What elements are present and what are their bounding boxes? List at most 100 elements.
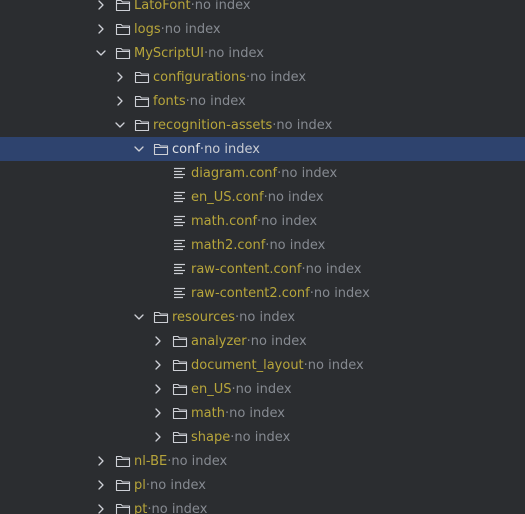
folder-icon: [115, 45, 131, 61]
folder-icon: [134, 117, 150, 133]
tree-item-status: no index: [235, 381, 292, 397]
tree-item-status: no index: [267, 189, 324, 205]
folder-icon: [115, 453, 131, 469]
chevron-down-icon[interactable]: [114, 119, 126, 131]
chevron-right-icon[interactable]: [152, 359, 164, 371]
tree-file-row[interactable]: math2.conf · no index: [0, 233, 525, 257]
tree-item-name: en_US.conf: [191, 189, 264, 205]
folder-icon: [172, 429, 188, 445]
tree-item-status: no index: [150, 477, 206, 493]
chevron-down-icon[interactable]: [133, 311, 145, 323]
tree-item-name: shape: [191, 429, 231, 445]
chevron-right-icon[interactable]: [95, 23, 107, 35]
chevron-right-icon[interactable]: [152, 383, 164, 395]
tree-folder-row[interactable]: MyScriptUI · no index: [0, 41, 525, 65]
chevron-right-icon[interactable]: [95, 455, 107, 467]
tree-item-name: pl: [134, 477, 146, 493]
chevron-right-icon[interactable]: [95, 479, 107, 491]
folder-icon: [115, 477, 131, 493]
tree-item-status: no index: [313, 285, 370, 301]
tree-item-status: no index: [281, 165, 338, 181]
tree-file-row[interactable]: diagram.conf · no index: [0, 161, 525, 185]
tree-item-status: no index: [276, 117, 333, 133]
tree-folder-row[interactable]: math · no index: [0, 401, 525, 425]
folder-icon: [115, 501, 131, 514]
text-file-icon: [172, 165, 188, 181]
tree-item-name: pt: [134, 501, 148, 514]
chevron-right-icon[interactable]: [95, 503, 107, 514]
tree-file-row[interactable]: math.conf · no index: [0, 209, 525, 233]
tree-item-name: raw-content2.conf: [191, 285, 310, 301]
tree-folder-row[interactable]: LatoFont · no index: [0, 0, 525, 17]
tree-item-status: no index: [307, 357, 364, 373]
tree-folder-row[interactable]: conf · no index: [0, 137, 525, 161]
tree-folder-row[interactable]: analyzer · no index: [0, 329, 525, 353]
tree-item-name: diagram.conf: [191, 165, 278, 181]
tree-item-status: no index: [194, 0, 251, 13]
tree-folder-row[interactable]: configurations · no index: [0, 65, 525, 89]
tree-folder-row[interactable]: recognition-assets · no index: [0, 113, 525, 137]
tree-folder-row[interactable]: shape · no index: [0, 425, 525, 449]
chevron-right-icon[interactable]: [152, 407, 164, 419]
folder-icon: [172, 405, 188, 421]
tree-folder-row[interactable]: logs · no index: [0, 17, 525, 41]
tree-item-status: no index: [239, 309, 296, 325]
tree-folder-row[interactable]: resources · no index: [0, 305, 525, 329]
chevron-right-icon[interactable]: [152, 431, 164, 443]
text-file-icon: [172, 285, 188, 301]
folder-icon: [172, 381, 188, 397]
tree-file-row[interactable]: raw-content2.conf · no index: [0, 281, 525, 305]
tree-item-name: math.conf: [191, 213, 258, 229]
tree-folder-row[interactable]: en_US · no index: [0, 377, 525, 401]
folder-icon: [115, 0, 131, 13]
tree-item-status: no index: [261, 213, 318, 229]
tree-item-status: no index: [305, 261, 362, 277]
tree-item-status: no index: [234, 429, 291, 445]
tree-item-status: no index: [189, 93, 246, 109]
tree-folder-row[interactable]: document_layout · no index: [0, 353, 525, 377]
tree-item-name: math: [191, 405, 225, 421]
chevron-down-icon[interactable]: [95, 47, 107, 59]
tree-item-name: analyzer: [191, 333, 247, 349]
tree-folder-row[interactable]: nl-BE · no index: [0, 449, 525, 473]
tree-item-name: fonts: [153, 93, 186, 109]
tree-file-row[interactable]: en_US.conf · no index: [0, 185, 525, 209]
text-file-icon: [172, 213, 188, 229]
tree-item-name: logs: [134, 21, 161, 37]
tree-item-status: no index: [269, 237, 326, 253]
tree-item-name: recognition-assets: [153, 117, 273, 133]
folder-icon: [134, 69, 150, 85]
chevron-right-icon[interactable]: [95, 0, 107, 11]
tree-item-status: no index: [164, 21, 221, 37]
tree-item-name: MyScriptUI: [134, 45, 204, 61]
tree-item-name: LatoFont: [134, 0, 191, 13]
tree-item-status: no index: [250, 69, 307, 85]
chevron-right-icon[interactable]: [114, 71, 126, 83]
chevron-right-icon[interactable]: [114, 95, 126, 107]
folder-icon: [153, 309, 169, 325]
tree-item-status: no index: [229, 405, 286, 421]
tree-item-name: document_layout: [191, 357, 304, 373]
tree-item-name: configurations: [153, 69, 247, 85]
tree-item-name: nl-BE: [134, 453, 168, 469]
tree-file-row[interactable]: raw-content.conf · no index: [0, 257, 525, 281]
folder-icon: [134, 93, 150, 109]
tree-item-status: no index: [151, 501, 208, 514]
tree-item-name: raw-content.conf: [191, 261, 302, 277]
tree-folder-row[interactable]: pt · no index: [0, 497, 525, 514]
tree-item-status: no index: [204, 141, 260, 157]
tree-item-status: no index: [250, 333, 307, 349]
tree-folder-row[interactable]: pl · no index: [0, 473, 525, 497]
tree-item-status: no index: [208, 45, 265, 61]
tree-folder-row[interactable]: fonts · no index: [0, 89, 525, 113]
chevron-down-icon[interactable]: [133, 143, 145, 155]
tree-item-name: conf: [172, 141, 200, 157]
chevron-right-icon[interactable]: [152, 335, 164, 347]
text-file-icon: [172, 261, 188, 277]
tree-item-name: resources: [172, 309, 236, 325]
folder-icon: [153, 141, 169, 157]
tree-item-status: no index: [171, 453, 228, 469]
text-file-icon: [172, 189, 188, 205]
folder-icon: [172, 357, 188, 373]
folder-icon: [115, 21, 131, 37]
